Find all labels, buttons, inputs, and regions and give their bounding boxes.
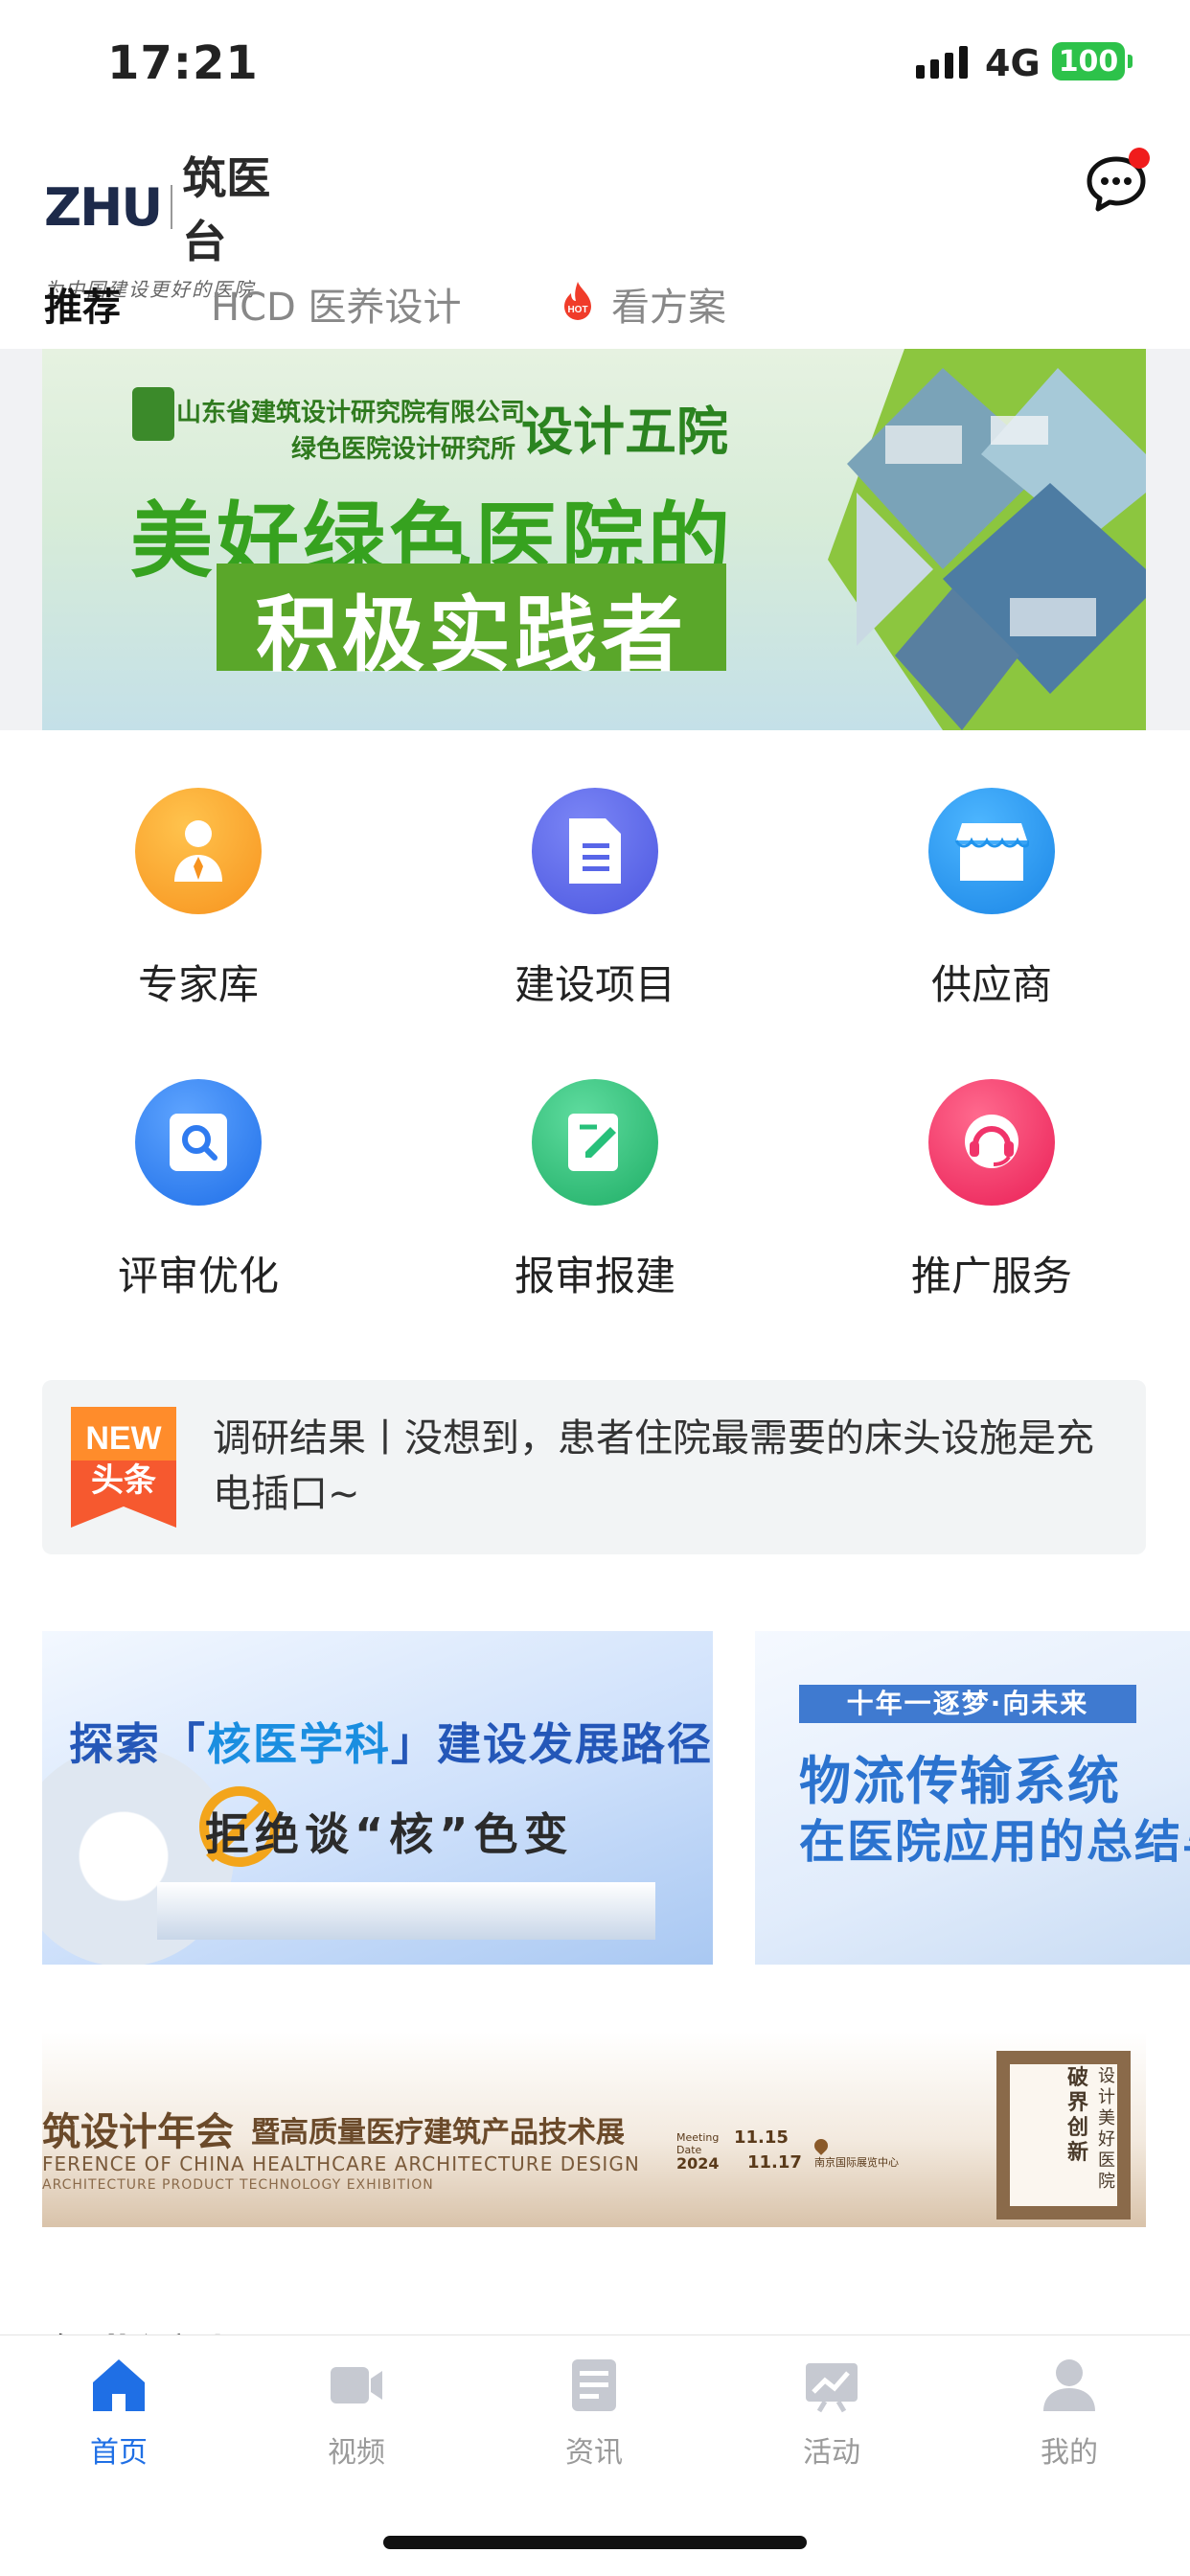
news-headline-card[interactable]: NEW 头条 调研结果丨没想到，患者住院最需要的床头设施是充电插口~: [42, 1380, 1146, 1554]
tab-label: 资讯: [565, 2436, 623, 2470]
category-label: 专家库: [137, 961, 259, 1008]
profile-icon: [1043, 2359, 1095, 2411]
tab-video[interactable]: 视频: [238, 2356, 475, 2471]
conference-date-end: 11.17: [747, 2152, 802, 2173]
new-headline-badge-icon: NEW 头条: [71, 1407, 176, 1528]
conference-vertical-main: 破界创新: [1067, 2066, 1089, 2165]
edit-document-icon: [532, 1079, 658, 1206]
logo-en: ZHU: [44, 176, 163, 238]
conference-vertical-side: 设计美好医院: [1098, 2066, 1115, 2192]
home-icon: [93, 2359, 145, 2411]
conference-venue: 南京国际展览中心: [814, 2156, 899, 2169]
promo-title-1: 探索「核医学科」建设发展路径: [69, 1718, 713, 1770]
hot-fire-icon: HOT: [564, 282, 591, 320]
promo-card-logistics[interactable]: 十年一逐梦·向未来 物流传输系统 在医院应用的总结与: [755, 1631, 1190, 1965]
banner-carousel[interactable]: 山东省建筑设计研究院有限公司 绿色医院设计研究所 · 设计五院 美好绿色医院的 …: [42, 349, 1146, 730]
unread-dot: [1129, 148, 1150, 169]
home-indicator[interactable]: [383, 2536, 807, 2549]
battery-icon: 100: [1052, 42, 1133, 80]
signal-icon: [916, 46, 968, 79]
category-promotion-services[interactable]: 推广服务: [793, 1079, 1190, 1328]
tab-view-plans[interactable]: 看方案: [611, 276, 726, 332]
banner-org-line1: 山东省建筑设计研究院有限公司: [176, 399, 526, 427]
banner-title-2: 积极实践者: [256, 587, 687, 683]
promo-subtitle-2: 在医院应用的总结与: [799, 1815, 1190, 1869]
category-review-optimization[interactable]: 评审优化: [0, 1079, 397, 1328]
banner-org-line2: 绿色医院设计研究所: [291, 435, 516, 464]
location-pin-icon: [812, 2136, 831, 2155]
category-construction-projects[interactable]: 建设项目: [397, 788, 793, 1037]
promo-subtitle-1: 拒绝谈“核”色变: [205, 1808, 574, 1860]
conference-subtitle: 暨高质量医疗建筑产品技术展: [251, 2116, 625, 2150]
hospital-render-image: [828, 349, 1146, 730]
scanner-bed-image: [157, 1882, 655, 1940]
tab-activity[interactable]: 活动: [713, 2356, 950, 2471]
news-icon: [572, 2359, 616, 2411]
video-icon: [331, 2367, 382, 2404]
tab-label: 活动: [803, 2436, 860, 2470]
promo-card-nuclear-medicine[interactable]: 探索「核医学科」建设发展路径 拒绝谈“核”色变: [42, 1631, 713, 1965]
headset-service-icon: [928, 1079, 1055, 1206]
category-label: 评审优化: [117, 1253, 279, 1300]
sdad-logo-icon: [132, 387, 174, 441]
tab-profile[interactable]: 我的: [950, 2356, 1188, 2471]
banner-dept: 设计五院: [521, 402, 728, 462]
svg-text:HOT: HOT: [567, 305, 587, 315]
network-type: 4G: [985, 42, 1041, 84]
conference-year: 2024: [676, 2154, 720, 2173]
review-search-icon: [135, 1079, 262, 1206]
conference-title: 筑设计年会: [42, 2110, 234, 2154]
category-label: 供应商: [930, 961, 1052, 1008]
tab-label: 视频: [328, 2436, 385, 2470]
project-document-icon: [532, 788, 658, 914]
status-time: 17:21: [107, 36, 259, 90]
category-expert-library[interactable]: 专家库: [0, 788, 397, 1037]
category-label: 建设项目: [514, 961, 675, 1008]
app-logo[interactable]: ZHU 筑医台 为中国建设更好的医院: [44, 144, 274, 301]
activity-icon: [806, 2363, 858, 2413]
promo-tag: 十年一逐梦·向未来: [799, 1685, 1136, 1723]
svg-text:NEW: NEW: [85, 1420, 162, 1457]
conference-date-start: 11.15: [734, 2128, 789, 2148]
logo-cn: 筑医台: [182, 152, 271, 267]
category-label: 推广服务: [910, 1253, 1072, 1300]
tab-label: 我的: [1041, 2436, 1098, 2470]
tab-label: 首页: [90, 2436, 148, 2470]
store-icon: [928, 788, 1055, 914]
conference-en-line1: FERENCE OF CHINA HEALTHCARE ARCHITECTURE…: [42, 2152, 640, 2175]
tab-hcd-design[interactable]: HCD 医养设计: [211, 276, 462, 332]
tab-recommend[interactable]: 推荐: [44, 276, 121, 332]
svg-text:头条: 头条: [91, 1461, 156, 1500]
category-suppliers[interactable]: 供应商: [793, 788, 1190, 1037]
category-approval-filing[interactable]: 报审报建: [397, 1079, 793, 1328]
banner-dot: ·: [508, 397, 516, 426]
category-label: 报审报建: [514, 1253, 675, 1300]
conference-meeting-label: Meeting Date: [676, 2131, 720, 2156]
app-screen: 17:21 4G 100 ZHU 筑医台 为中国建设更好的医院 推荐 HCD 医…: [0, 0, 1190, 2576]
conference-banner[interactable]: 筑设计年会 暨高质量医疗建筑产品技术展 FERENCE OF CHINA HEA…: [42, 2032, 1146, 2227]
expert-icon: [135, 788, 262, 914]
tab-news[interactable]: 资讯: [475, 2356, 713, 2471]
conference-en-line2: ARCHITECTURE PRODUCT TECHNOLOGY EXHIBITI…: [42, 2177, 434, 2193]
news-headline-text: 调研结果丨没想到，患者住院最需要的床头设施是充电插口~: [213, 1416, 1094, 1516]
tab-home[interactable]: 首页: [0, 2356, 238, 2471]
